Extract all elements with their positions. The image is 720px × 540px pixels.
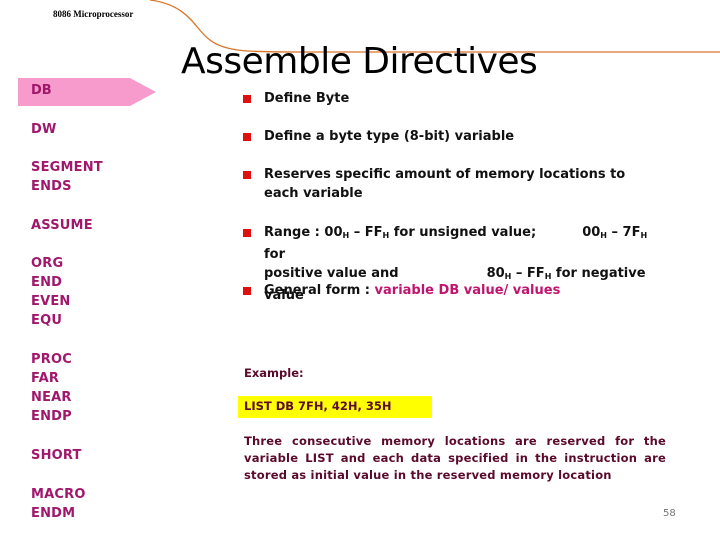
bullet-square-icon	[243, 287, 251, 295]
general-form-value: variable DB value/ values	[374, 283, 561, 298]
bullet-general-form: General form : variable DB value/ values	[243, 281, 663, 300]
sidebar-item-org[interactable]: ORG END EVEN EQU	[31, 254, 71, 330]
bullet-square-icon	[243, 171, 251, 179]
header-label: 8086 Microprocessor	[53, 9, 134, 19]
range-line-1: Range : 00H – FFH for unsigned value; 00H…	[264, 225, 648, 262]
sidebar-item-assume[interactable]: ASSUME	[31, 216, 93, 235]
sidebar-item-short[interactable]: SHORT	[31, 446, 82, 465]
bullet-square-icon	[243, 95, 251, 103]
sidebar-item-segment[interactable]: SEGMENT ENDS	[31, 158, 103, 196]
sidebar-item-db[interactable]: DB	[31, 83, 52, 98]
example-label: Example:	[244, 366, 304, 380]
bullet-square-icon	[243, 133, 251, 141]
page-number: 58	[663, 508, 676, 519]
sidebar-item-dw[interactable]: DW	[31, 120, 57, 139]
slide-title: Assemble Directives	[181, 41, 538, 82]
bullet-define-byte: Define Byte	[243, 89, 663, 108]
bullet-square-icon	[243, 229, 251, 237]
sidebar-item-macro[interactable]: MACRO ENDM	[31, 485, 86, 523]
example-code: LIST DB 7FH, 42H, 35H	[244, 399, 392, 413]
bullet-byte-type: Define a byte type (8-bit) variable	[243, 127, 663, 146]
bullet-reserves: Reserves specific amount of memory locat…	[243, 165, 663, 203]
sidebar-item-proc[interactable]: PROC FAR NEAR ENDP	[31, 350, 72, 426]
example-description: Three consecutive memory locations are r…	[244, 434, 666, 482]
